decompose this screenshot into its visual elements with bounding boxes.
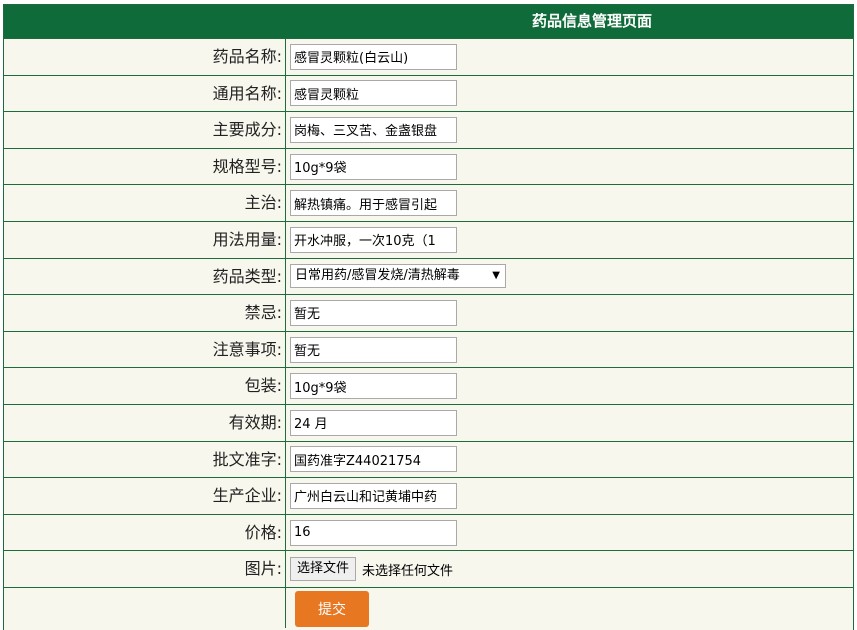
- row-approval-number: 批文准字:: [4, 440, 853, 478]
- image-label: 图片:: [4, 551, 286, 587]
- precautions-input[interactable]: [290, 336, 457, 363]
- contraindications-label: 禁忌:: [4, 295, 286, 331]
- row-manufacturer: 生产企业:: [4, 477, 853, 514]
- manufacturer-label: 生产企业:: [4, 478, 286, 514]
- price-label: 价格:: [4, 514, 286, 551]
- row-drug-name: 药品名称:: [4, 38, 853, 75]
- row-generic-name: 通用名称:: [4, 74, 853, 112]
- contraindications-input[interactable]: [290, 299, 457, 326]
- page-title: 药品信息管理页面: [4, 5, 853, 38]
- indications-label: 主治:: [4, 185, 286, 221]
- packaging-label: 包装:: [4, 368, 286, 404]
- drug-name-input[interactable]: [290, 43, 457, 70]
- row-price: 价格:: [4, 513, 853, 551]
- row-ingredients: 主要成分:: [4, 111, 853, 148]
- spec-input[interactable]: [290, 153, 457, 180]
- ingredients-label: 主要成分:: [4, 112, 286, 148]
- submit-label-cell: [4, 587, 286, 628]
- choose-file-button[interactable]: 选择文件: [290, 557, 357, 582]
- manufacturer-input[interactable]: [290, 482, 457, 509]
- generic-name-input[interactable]: [290, 80, 457, 107]
- drug-name-label: 药品名称:: [4, 39, 286, 75]
- precautions-label: 注意事项:: [4, 331, 286, 368]
- file-status-text: 未选择任何文件: [362, 563, 454, 579]
- approval-number-input[interactable]: [290, 446, 457, 473]
- price-input[interactable]: [290, 519, 457, 546]
- row-precautions: 注意事项:: [4, 330, 853, 368]
- generic-name-label: 通用名称:: [4, 75, 286, 112]
- row-image: 图片: 选择文件 未选择任何文件: [4, 550, 853, 587]
- row-indications: 主治:: [4, 184, 853, 221]
- form-table: 药品信息管理页面 药品名称: 通用名称: 主要成分: 规格型号: 主治: 用法用…: [3, 4, 854, 630]
- row-spec: 规格型号:: [4, 147, 853, 185]
- drug-type-select[interactable]: 日常用药/感冒发烧/清热解毒 ▼: [290, 264, 506, 289]
- packaging-input[interactable]: [290, 373, 457, 400]
- indications-input[interactable]: [290, 190, 457, 217]
- drug-type-label: 药品类型:: [4, 258, 286, 295]
- ingredients-input[interactable]: [290, 116, 457, 143]
- submit-button[interactable]: 提交: [295, 590, 369, 627]
- row-dosage: 用法用量:: [4, 220, 853, 258]
- row-contraindications: 禁忌:: [4, 294, 853, 331]
- drug-type-selected: 日常用药/感冒发烧/清热解毒: [295, 268, 460, 284]
- row-expiry: 有效期:: [4, 403, 853, 441]
- expiry-input[interactable]: [290, 409, 457, 436]
- dosage-label: 用法用量:: [4, 221, 286, 258]
- row-drug-type: 药品类型: 日常用药/感冒发烧/清热解毒 ▼: [4, 257, 853, 295]
- spec-label: 规格型号:: [4, 148, 286, 185]
- approval-number-label: 批文准字:: [4, 441, 286, 478]
- dropdown-arrow-icon: ▼: [492, 270, 500, 282]
- expiry-label: 有效期:: [4, 404, 286, 441]
- row-submit: 提交: [4, 586, 853, 628]
- row-packaging: 包装:: [4, 367, 853, 404]
- dosage-input[interactable]: [290, 226, 457, 253]
